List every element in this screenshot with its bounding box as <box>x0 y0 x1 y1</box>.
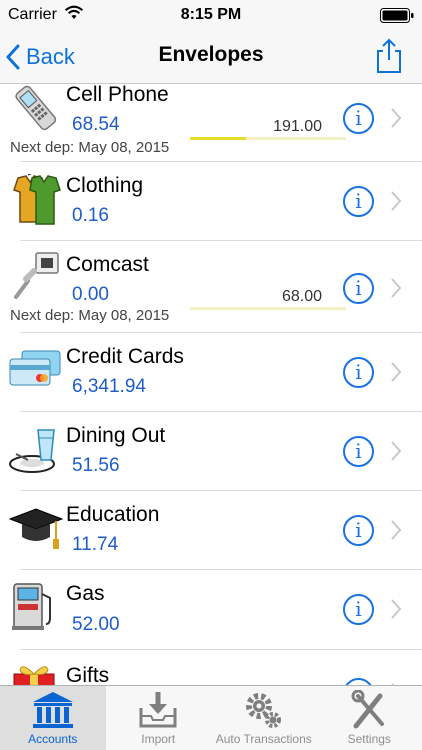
next-deposit-label: Next dep: May 08, 2015 <box>10 307 170 324</box>
tab-accounts[interactable]: Accounts <box>0 686 106 750</box>
envelope-balance: 68.54 <box>72 114 120 135</box>
envelope-row-credit-cards[interactable]: Credit Cards 6,341.94 i <box>0 333 422 412</box>
envelope-balance: 0.00 <box>72 284 109 305</box>
info-button[interactable]: i <box>343 103 374 134</box>
share-icon[interactable] <box>374 38 404 74</box>
envelope-row-gifts[interactable]: Gifts i <box>0 650 422 685</box>
info-button[interactable]: i <box>343 357 374 388</box>
envelope-goal: 68.00 <box>281 288 322 305</box>
back-button[interactable]: Back <box>6 40 75 74</box>
envelope-name: Gifts <box>66 664 110 685</box>
dining-icon <box>9 429 55 473</box>
chevron-left-icon <box>6 44 20 70</box>
chevron-right-icon[interactable] <box>389 598 403 620</box>
navigation-bar: Back Envelopes <box>0 30 422 84</box>
back-label: Back <box>26 44 75 69</box>
info-button[interactable]: i <box>343 594 374 625</box>
goal-progress-fill <box>190 137 247 140</box>
envelope-name: Cell Phone <box>66 85 169 106</box>
envelope-balance: 11.74 <box>72 534 119 555</box>
envelope-name: Gas <box>66 582 105 605</box>
envelope-name: Comcast <box>66 253 149 276</box>
gift-icon <box>13 666 55 685</box>
chevron-right-icon[interactable] <box>389 277 403 299</box>
tab-label: Import <box>141 732 176 746</box>
tab-import[interactable]: Import <box>106 686 212 750</box>
clothing-icon <box>13 174 61 225</box>
next-deposit-label: Next dep: May 08, 2015 <box>10 139 170 156</box>
chevron-right-icon[interactable] <box>389 107 403 129</box>
goal-progress-bar <box>190 137 346 140</box>
chevron-right-icon[interactable] <box>389 361 403 383</box>
chevron-right-icon[interactable] <box>389 519 403 541</box>
tab-label: Auto Transactions <box>215 732 312 746</box>
info-button[interactable]: i <box>343 678 374 685</box>
envelope-row-comcast[interactable]: Comcast 0.00 68.00 Next dep: May 08, 201… <box>0 241 422 333</box>
tools-icon <box>351 690 385 729</box>
info-button[interactable]: i <box>343 186 374 217</box>
envelope-balance: 0.16 <box>72 205 109 226</box>
envelope-balance: 6,341.94 <box>72 376 146 397</box>
envelope-name: Dining Out <box>66 424 166 447</box>
envelope-row-education[interactable]: Education 11.74 i <box>0 491 422 570</box>
envelope-row-dining-out[interactable]: Dining Out 51.56 i <box>0 412 422 491</box>
graduation-cap-icon <box>8 508 64 549</box>
battery-icon <box>380 8 414 23</box>
goal-progress-bar <box>190 307 346 310</box>
tab-bar: Accounts Import Auto Transactions Settin… <box>0 685 422 750</box>
gas-pump-icon <box>12 583 51 630</box>
envelope-name: Education <box>66 503 160 526</box>
import-tray-icon <box>139 692 177 728</box>
envelope-balance: 52.00 <box>72 614 120 635</box>
envelope-row-gas[interactable]: Gas 52.00 i <box>0 570 422 650</box>
tab-auto-transactions[interactable]: Auto Transactions <box>211 686 317 750</box>
envelope-name: Clothing <box>66 174 144 197</box>
envelope-balance: 51.56 <box>72 455 120 476</box>
gears-icon <box>245 693 281 728</box>
chevron-right-icon[interactable] <box>389 190 403 212</box>
envelope-list: Cell Phone 68.54 191.00 Next dep: May 08… <box>0 85 422 685</box>
status-bar: Carrier 8:15 PM <box>0 0 422 30</box>
chevron-right-icon[interactable] <box>389 440 403 462</box>
envelope-name: Credit Cards <box>66 345 184 368</box>
tab-settings[interactable]: Settings <box>317 686 422 750</box>
envelope-goal: 191.00 <box>273 118 322 135</box>
tab-label: Settings <box>347 732 391 746</box>
envelope-row-clothing[interactable]: Clothing 0.16 i <box>0 162 422 241</box>
info-button[interactable]: i <box>343 273 374 304</box>
info-button[interactable]: i <box>343 436 374 467</box>
network-cable-icon <box>14 252 59 299</box>
info-button[interactable]: i <box>343 515 374 546</box>
bank-icon <box>32 692 73 728</box>
envelope-row-cell-phone[interactable]: Cell Phone 68.54 191.00 Next dep: May 08… <box>0 85 422 162</box>
cell-phone-icon <box>15 85 57 131</box>
tab-label: Accounts <box>28 732 78 746</box>
credit-cards-icon <box>9 350 61 386</box>
status-time: 8:15 PM <box>180 6 242 23</box>
